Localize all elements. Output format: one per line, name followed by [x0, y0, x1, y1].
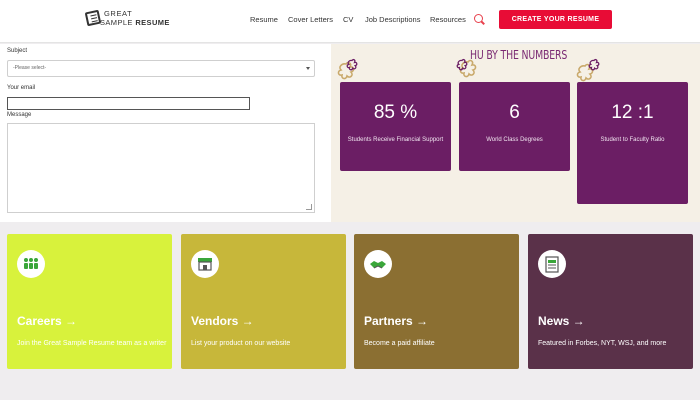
- logo-text-great: GREAT: [104, 9, 133, 18]
- nav-resources[interactable]: Resources: [430, 15, 466, 24]
- tile-title: News →: [538, 314, 585, 328]
- tile-description: Become a paid affiliate: [364, 340, 435, 347]
- tile-description: Featured in Forbes, NYT, WSJ, and more: [538, 340, 667, 347]
- handshake-icon: [364, 250, 392, 278]
- tile-careers[interactable]: Careers → Join the Great Sample Resume t…: [7, 234, 172, 369]
- flower-decoration-icon: [346, 59, 358, 71]
- logo-text-sample-resume: SAMPLE RESUME: [100, 18, 170, 27]
- message-textarea[interactable]: [7, 123, 315, 213]
- resume-logo-icon: [84, 9, 102, 27]
- contact-form: Subject -Please select- Your email Messa…: [0, 44, 331, 222]
- nav-resume[interactable]: Resume: [250, 15, 278, 24]
- stat-card-degrees: 6 World Class Degrees: [459, 82, 570, 171]
- message-label: Message: [7, 112, 32, 118]
- search-icon[interactable]: [474, 14, 483, 23]
- site-header: GREAT SAMPLE RESUME Resume Cover Letters…: [0, 0, 700, 43]
- stat-value: 6: [509, 102, 520, 123]
- tile-description: List your product on our website: [191, 340, 291, 347]
- logo-text-sample: SAMPLE: [100, 18, 133, 27]
- stat-label: Students Receive Financial Support: [347, 137, 444, 143]
- stat-card-faculty-ratio: 12 :1 Student to Faculty Ratio: [577, 82, 688, 204]
- email-field[interactable]: [7, 97, 250, 110]
- subject-select[interactable]: -Please select-: [7, 60, 315, 77]
- subject-label: Subject: [7, 48, 28, 54]
- stat-value: 85 %: [373, 102, 418, 123]
- logo-text-resume: RESUME: [135, 18, 170, 27]
- stats-title: HU BY THE NUMBERS: [470, 48, 568, 62]
- nav-job-descriptions[interactable]: Job Descriptions: [365, 15, 420, 24]
- tile-news[interactable]: News → Featured in Forbes, NYT, WSJ, and…: [528, 234, 693, 369]
- logo[interactable]: GREAT SAMPLE RESUME: [84, 8, 169, 30]
- people-icon: [17, 250, 45, 278]
- stats-section: HU BY THE NUMBERS 85 % Students Receive …: [331, 44, 700, 222]
- tile-title: Vendors →: [191, 314, 254, 328]
- flower-decoration-icon: [588, 59, 600, 71]
- tile-description: Join the Great Sample Resume team as a w…: [17, 340, 167, 347]
- create-resume-button[interactable]: CREATE YOUR RESUME: [499, 10, 612, 29]
- nav-cover-letters[interactable]: Cover Letters: [288, 15, 333, 24]
- storefront-icon: [191, 250, 219, 278]
- nav-cv[interactable]: CV: [343, 15, 353, 24]
- email-label: Your email: [7, 85, 36, 91]
- tile-title: Partners →: [364, 314, 429, 328]
- stat-label: World Class Degrees: [486, 137, 543, 143]
- tile-vendors[interactable]: Vendors → List your product on our websi…: [181, 234, 346, 369]
- stat-value: 12 :1: [611, 102, 654, 123]
- tile-partners[interactable]: Partners → Become a paid affiliate: [354, 234, 519, 369]
- flower-decoration-icon: [456, 59, 468, 71]
- stat-label: Student to Faculty Ratio: [600, 137, 665, 143]
- tile-title: Careers →: [17, 314, 78, 328]
- footer-strip: [0, 375, 700, 400]
- newspaper-icon: [538, 250, 566, 278]
- stat-card-financial-support: 85 % Students Receive Financial Support: [340, 82, 451, 171]
